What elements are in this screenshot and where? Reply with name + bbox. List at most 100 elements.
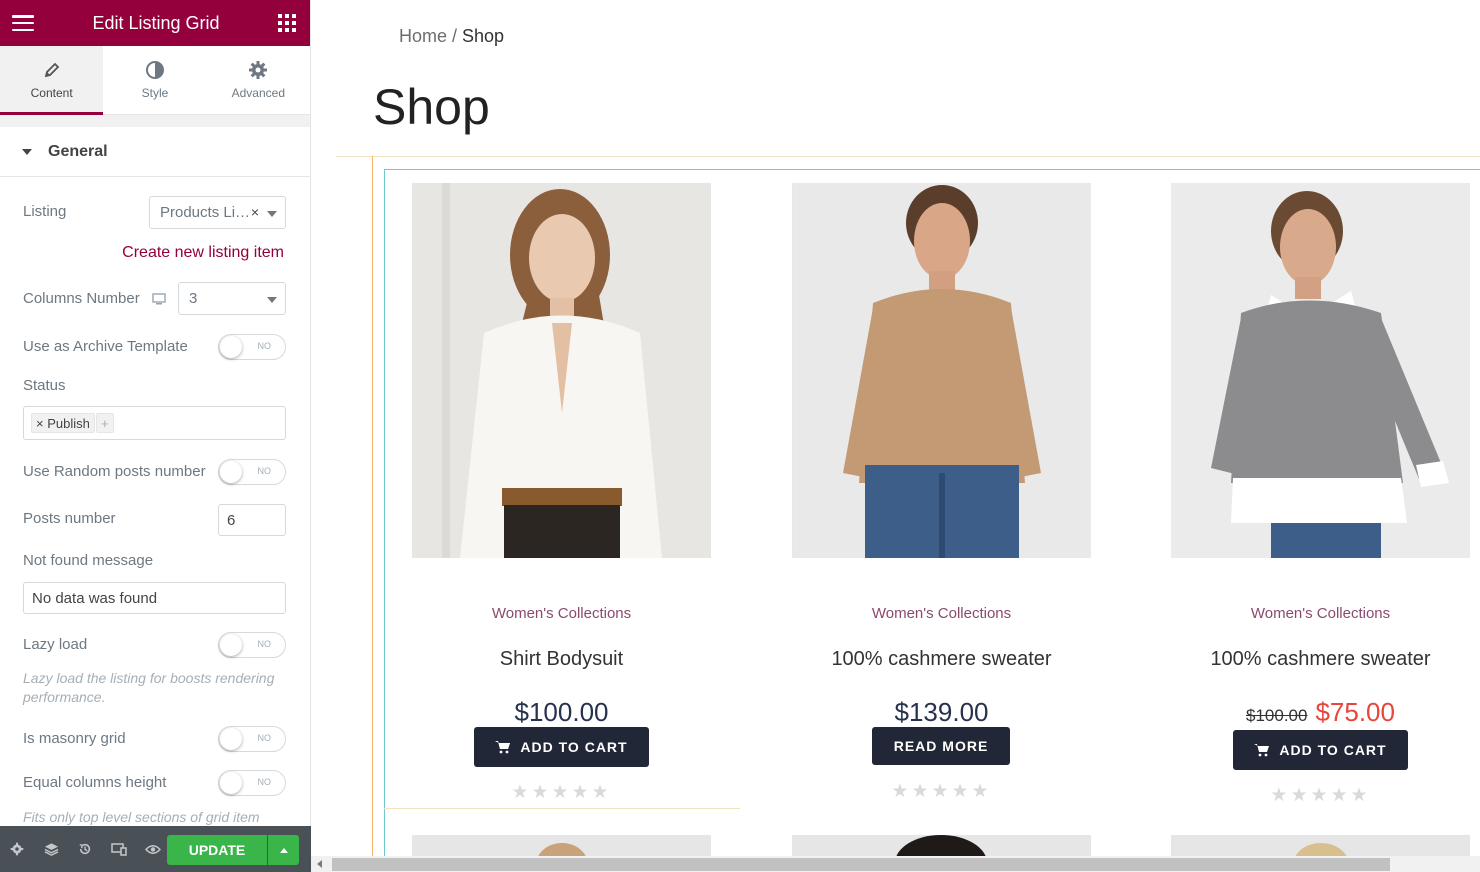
equal-label: Equal columns height	[23, 774, 167, 791]
listing-select-value: Products Li…	[160, 204, 251, 221]
product-price: $100.00	[412, 697, 711, 728]
tab-style-label: Style	[141, 86, 169, 100]
page-preview: Home / Shop Shop Women's Collections Shi…	[311, 0, 1480, 872]
product-category[interactable]: Women's Collections	[792, 605, 1091, 622]
product-card: Women's Collections 100% cashmere sweate…	[1171, 183, 1470, 806]
toggle-text: NO	[257, 777, 272, 787]
scroll-left-arrow-icon[interactable]	[317, 860, 322, 868]
tab-content[interactable]: Content	[0, 46, 104, 115]
tab-advanced[interactable]: Advanced	[207, 46, 310, 114]
layers-icon[interactable]	[34, 826, 68, 872]
rating-stars: ★★★★★	[511, 782, 612, 803]
toggle-text: NO	[257, 466, 272, 476]
product-name[interactable]: 100% cashmere sweater	[1171, 648, 1470, 671]
product-category[interactable]: Women's Collections	[1171, 605, 1470, 622]
gear-icon	[248, 60, 268, 80]
posts-label: Posts number	[23, 510, 116, 527]
update-options-button[interactable]	[268, 835, 299, 865]
breadcrumb-separator: /	[447, 26, 463, 46]
column-outline	[372, 156, 373, 856]
breadcrumb-current: Shop	[462, 26, 505, 46]
chevron-down-icon	[267, 297, 277, 303]
row-separator	[384, 808, 740, 809]
toggle-text: NO	[257, 733, 272, 743]
add-to-cart-label: ADD TO CART	[1279, 742, 1387, 758]
notfound-label: Not found message	[23, 552, 154, 569]
rating-stars: ★★★★★	[1270, 785, 1371, 806]
settings-gear-icon[interactable]	[0, 826, 34, 872]
lazy-note: Lazy load the listing for boosts renderi…	[23, 670, 275, 705]
add-to-cart-label: ADD TO CART	[520, 739, 628, 755]
page-title: Shop	[373, 79, 490, 135]
caret-down-icon	[22, 148, 32, 155]
columns-select-value: 3	[189, 290, 198, 307]
product-image[interactable]	[792, 183, 1091, 558]
breadcrumb-home-link[interactable]: Home	[399, 26, 447, 46]
equal-note: Fits only top level sections of grid ite…	[23, 809, 260, 825]
price-sale: $75.00	[1315, 697, 1395, 727]
listing-select[interactable]: Products Li… ×	[149, 196, 286, 229]
read-more-button[interactable]: READ MORE	[872, 727, 1010, 765]
desktop-icon[interactable]	[152, 292, 166, 310]
responsive-icon[interactable]	[102, 826, 136, 872]
product-name[interactable]: Shirt Bodysuit	[412, 648, 711, 671]
add-to-cart-button[interactable]: ADD TO CART	[474, 727, 649, 767]
product-card: Women's Collections Shirt Bodysuit $100.…	[412, 183, 711, 803]
half-circle-icon	[145, 60, 165, 80]
notfound-input[interactable]: No data was found	[23, 582, 286, 614]
product-name[interactable]: 100% cashmere sweater	[792, 648, 1091, 671]
update-button[interactable]: UPDATE	[167, 835, 267, 865]
section-general-toggle[interactable]: General	[0, 127, 310, 177]
add-to-cart-button[interactable]: ADD TO CART	[1233, 730, 1408, 770]
panel-header: Edit Listing Grid	[0, 0, 310, 46]
masonry-toggle[interactable]: NO	[218, 726, 286, 752]
price-current: $100.00	[514, 697, 609, 727]
status-tag-publish[interactable]: × Publish	[31, 413, 95, 433]
price-current: $139.00	[894, 697, 989, 727]
lazy-label: Lazy load	[23, 636, 88, 653]
cart-icon	[1254, 744, 1270, 757]
horizontal-scrollbar[interactable]	[311, 856, 1480, 872]
panel-footer: UPDATE	[0, 826, 311, 872]
columns-label: Columns Number	[23, 290, 140, 307]
random-label: Use Random posts number	[23, 463, 206, 480]
masonry-label: Is masonry grid	[23, 730, 126, 747]
listing-label: Listing	[23, 203, 67, 220]
product-image[interactable]	[1171, 183, 1470, 558]
breadcrumb: Home / Shop	[399, 26, 504, 47]
section-general-label: General	[48, 142, 108, 160]
archive-toggle[interactable]: NO	[218, 334, 286, 360]
panel-title: Edit Listing Grid	[92, 12, 220, 33]
panel-tabs: Content Style Advanced	[0, 46, 310, 115]
section-outline	[336, 156, 1480, 157]
tab-advanced-label: Advanced	[231, 86, 285, 100]
price-old: $100.00	[1246, 706, 1308, 725]
scrollbar-thumb[interactable]	[332, 858, 1390, 871]
status-add-button[interactable]: +	[96, 413, 114, 433]
product-price: $139.00	[792, 697, 1091, 728]
product-category[interactable]: Women's Collections	[412, 605, 711, 622]
create-listing-link[interactable]: Create new listing item	[122, 244, 284, 262]
product-image[interactable]	[412, 183, 711, 558]
editor-panel: Edit Listing Grid Content Style Advanced	[0, 0, 311, 872]
chevron-up-icon	[279, 847, 288, 853]
equal-toggle[interactable]: NO	[218, 770, 286, 796]
history-icon[interactable]	[68, 826, 102, 872]
columns-select[interactable]: 3	[178, 282, 286, 315]
rating-stars: ★★★★★	[891, 781, 992, 802]
clear-icon[interactable]: ×	[251, 204, 259, 220]
lazy-toggle[interactable]: NO	[218, 632, 286, 658]
pencil-icon	[43, 60, 61, 80]
toggle-text: NO	[257, 639, 272, 649]
preview-eye-icon[interactable]	[136, 826, 170, 872]
random-toggle[interactable]: NO	[218, 459, 286, 485]
menu-icon[interactable]	[12, 15, 34, 31]
archive-label: Use as Archive Template	[23, 338, 188, 355]
apps-grid-icon[interactable]	[278, 14, 296, 32]
tab-content-label: Content	[30, 86, 73, 100]
tab-style[interactable]: Style	[103, 46, 206, 114]
toggle-text: NO	[257, 341, 272, 351]
product-card: Women's Collections 100% cashmere sweate…	[792, 183, 1091, 802]
posts-number-input[interactable]: 6	[218, 504, 286, 536]
cart-icon	[495, 741, 511, 754]
